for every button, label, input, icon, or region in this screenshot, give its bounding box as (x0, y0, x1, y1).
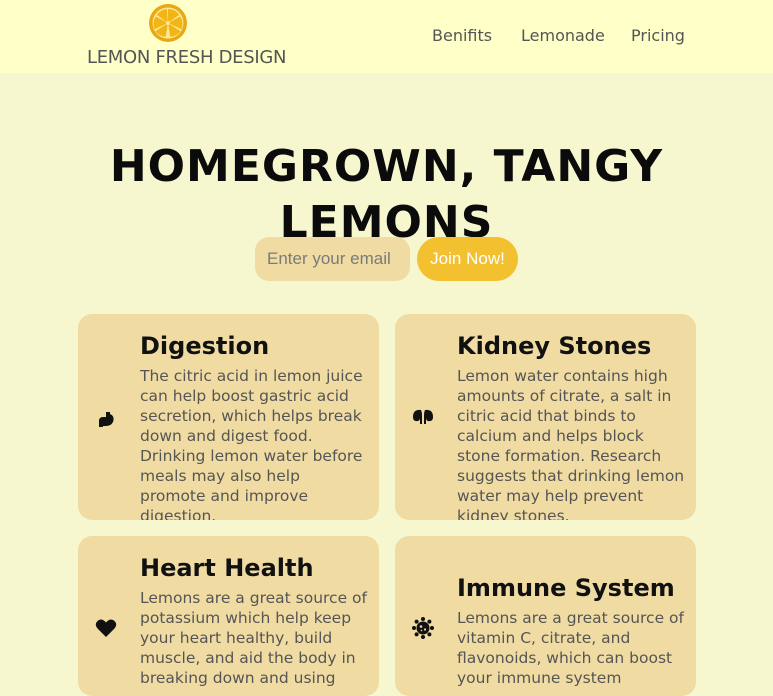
benefit-card-immune-system: Immune System Lemons are a great source … (395, 536, 696, 696)
hero-title: HOMEGROWN, TANGY LEMONS (109, 141, 664, 249)
benefit-card-digestion: Digestion The citric acid in lemon juice… (78, 314, 379, 520)
card-title: Immune System (457, 574, 675, 602)
nav-link-lemonade[interactable]: Lemonade (521, 26, 605, 45)
virus-icon (412, 617, 434, 639)
join-now-button[interactable]: Join Now! (417, 237, 518, 281)
main-nav: Benifits Lemonade Pricing (0, 26, 773, 48)
card-title: Digestion (140, 332, 270, 360)
nav-link-pricing[interactable]: Pricing (631, 26, 685, 45)
card-text: Lemons are a great source of potassium w… (140, 589, 367, 687)
card-title: Heart Health (140, 554, 314, 582)
card-text: Lemon water contains high amounts of cit… (457, 367, 685, 520)
card-title: Kidney Stones (457, 332, 652, 360)
card-text: The citric acid in lemon juice can help … (140, 367, 363, 520)
stomach-icon (99, 412, 114, 427)
card-text: Lemons are a great source of vitamin C, … (457, 609, 684, 687)
benefit-card-kidney-stones: Kidney Stones Lemon water contains high … (395, 314, 696, 520)
benefit-card-heart-health: Heart Health Lemons are a great source o… (78, 536, 379, 696)
brand-name: LEMON FRESH DESIGN (87, 47, 287, 68)
nav-link-benefits[interactable]: Benifits (432, 26, 492, 45)
site-header: LEMON FRESH DESIGN Benifits Lemonade Pri… (0, 0, 773, 73)
kidneys-icon (413, 409, 433, 424)
email-input[interactable] (255, 237, 410, 281)
heart-icon (95, 619, 117, 637)
